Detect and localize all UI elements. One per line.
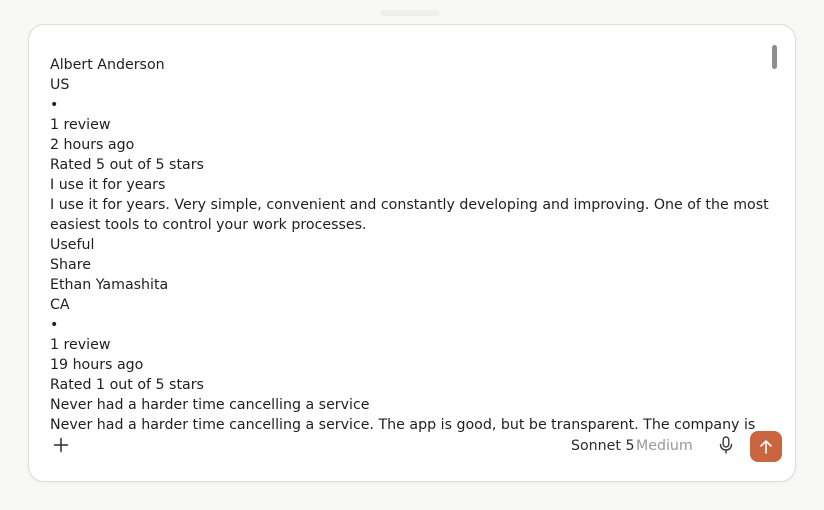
composer-toolbar: Sonnet 5 Medium bbox=[29, 419, 795, 481]
text-line: US bbox=[50, 77, 70, 93]
scrollbar-thumb[interactable] bbox=[772, 45, 777, 69]
text-line: • bbox=[50, 97, 59, 113]
microphone-icon bbox=[719, 436, 733, 454]
text-line: Rated 5 out of 5 stars bbox=[50, 157, 204, 173]
model-selector-effort[interactable]: Medium bbox=[636, 437, 693, 455]
top-decoration bbox=[380, 10, 440, 16]
plus-icon bbox=[53, 437, 69, 453]
text-line: 2 hours ago bbox=[50, 137, 135, 153]
text-line: 19 hours ago bbox=[50, 357, 144, 373]
send-button[interactable] bbox=[750, 431, 782, 462]
arrow-up-icon bbox=[760, 440, 772, 454]
text-line: I use it for years. Very simple, conveni… bbox=[50, 197, 769, 233]
microphone-button[interactable] bbox=[715, 433, 737, 457]
text-line: Rated 1 out of 5 stars bbox=[50, 377, 204, 393]
text-line: Useful bbox=[50, 237, 95, 253]
text-line: 1 review bbox=[50, 117, 111, 133]
text-line: I use it for years bbox=[50, 177, 166, 193]
model-selector-name[interactable]: Sonnet 5 bbox=[571, 437, 635, 455]
text-line: Ethan Yamashita bbox=[50, 277, 169, 293]
text-line: CA bbox=[50, 297, 70, 313]
text-line: Albert Anderson bbox=[50, 57, 165, 73]
text-line: 1 review bbox=[50, 337, 111, 353]
add-attachment-button[interactable] bbox=[49, 433, 73, 457]
text-line: • bbox=[50, 317, 59, 333]
text-line: Never had a harder time cancelling a ser… bbox=[50, 397, 370, 413]
message-input[interactable]: Albert Anderson US • 1 review 2 hours ag… bbox=[50, 55, 770, 433]
text-line: Share bbox=[50, 257, 91, 273]
message-composer[interactable]: Albert Anderson US • 1 review 2 hours ag… bbox=[28, 24, 796, 482]
